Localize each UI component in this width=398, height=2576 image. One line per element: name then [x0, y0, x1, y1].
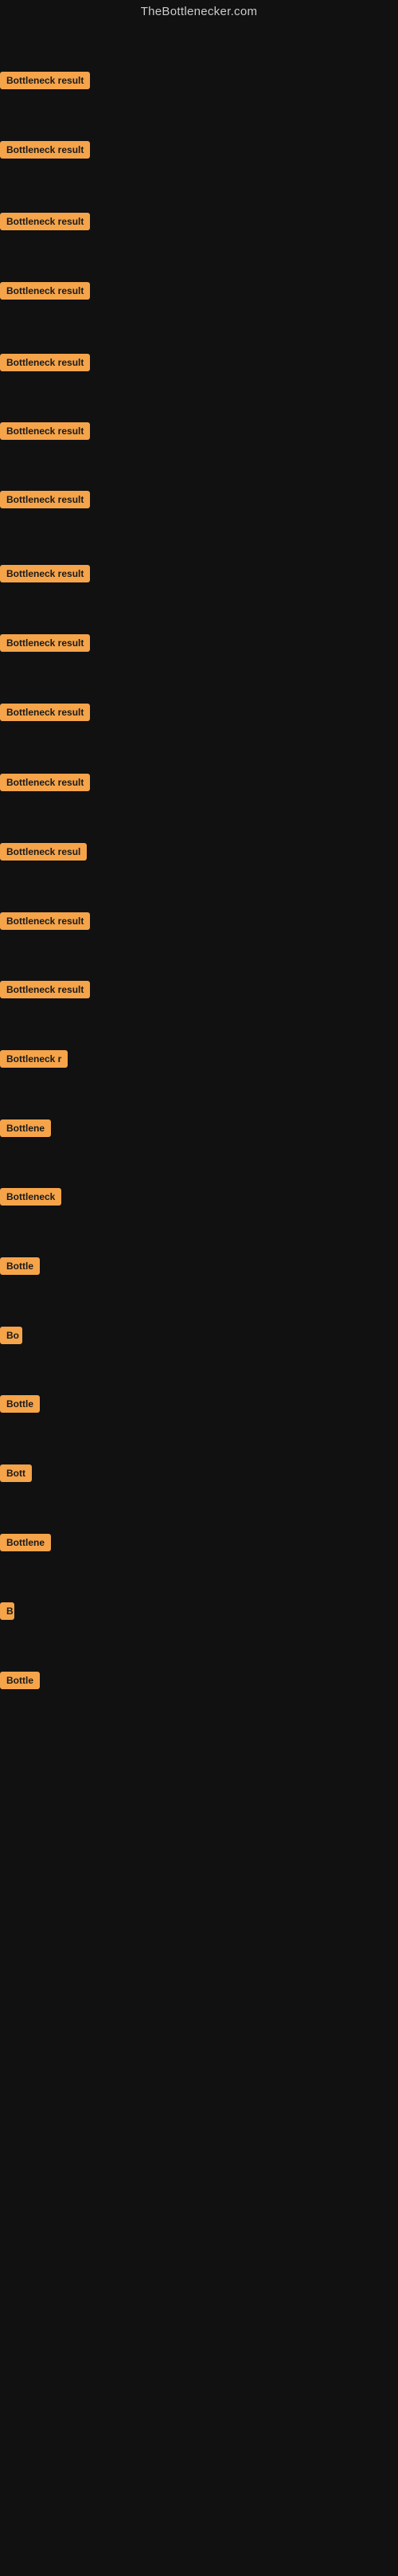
bottleneck-badge-row-5: Bottleneck result: [0, 354, 90, 375]
bottleneck-badge[interactable]: Bott: [0, 1464, 32, 1482]
bottleneck-badge[interactable]: Bottlene: [0, 1534, 51, 1551]
bottleneck-badge-row-15: Bottleneck r: [0, 1050, 68, 1072]
bottleneck-badge[interactable]: Bottle: [0, 1395, 40, 1413]
bottleneck-badge-row-16: Bottlene: [0, 1119, 51, 1141]
bottleneck-badge-row-13: Bottleneck result: [0, 912, 90, 934]
bottleneck-badge[interactable]: B: [0, 1602, 14, 1620]
bottleneck-badge-row-8: Bottleneck result: [0, 565, 90, 586]
bottleneck-badge-row-14: Bottleneck result: [0, 981, 90, 1002]
bottleneck-badge-row-9: Bottleneck result: [0, 634, 90, 656]
bottleneck-badge[interactable]: Bottleneck result: [0, 634, 90, 652]
bottleneck-badge-row-21: Bott: [0, 1464, 32, 1486]
bottleneck-badge[interactable]: Bottle: [0, 1672, 40, 1689]
bottleneck-badge-row-12: Bottleneck resul: [0, 843, 87, 865]
bottleneck-badge[interactable]: Bottleneck result: [0, 565, 90, 582]
bottleneck-badge[interactable]: Bottleneck result: [0, 981, 90, 998]
bottleneck-badge-row-4: Bottleneck result: [0, 282, 90, 304]
bottleneck-badge[interactable]: Bottle: [0, 1257, 40, 1275]
bottleneck-badge[interactable]: Bottleneck result: [0, 213, 90, 230]
bottleneck-badge-row-11: Bottleneck result: [0, 774, 90, 795]
bottleneck-badge-row-2: Bottleneck result: [0, 141, 90, 163]
bottleneck-badge-row-23: B: [0, 1602, 14, 1624]
bottleneck-badge-row-18: Bottle: [0, 1257, 40, 1279]
bottleneck-badge-row-22: Bottlene: [0, 1534, 51, 1555]
bottleneck-badge[interactable]: Bottleneck result: [0, 704, 90, 721]
bottleneck-badge[interactable]: Bottleneck result: [0, 912, 90, 930]
bottleneck-badge[interactable]: Bo: [0, 1327, 22, 1344]
bottleneck-badge-row-6: Bottleneck result: [0, 422, 90, 444]
bottleneck-badge[interactable]: Bottleneck result: [0, 491, 90, 508]
bottleneck-badge-row-20: Bottle: [0, 1395, 40, 1417]
bottleneck-badge-row-24: Bottle: [0, 1672, 40, 1693]
bottleneck-badge[interactable]: Bottleneck result: [0, 72, 90, 89]
bottleneck-badge-row-7: Bottleneck result: [0, 491, 90, 512]
bottleneck-badge[interactable]: Bottleneck result: [0, 354, 90, 371]
bottleneck-badge-row-10: Bottleneck result: [0, 704, 90, 725]
bottleneck-badge-row-17: Bottleneck: [0, 1188, 61, 1210]
bottleneck-badge-row-1: Bottleneck result: [0, 72, 90, 93]
bottleneck-badge-row-3: Bottleneck result: [0, 213, 90, 234]
bottleneck-badge[interactable]: Bottleneck result: [0, 282, 90, 300]
bottleneck-badge-row-19: Bo: [0, 1327, 22, 1348]
site-title: TheBottlenecker.com: [0, 0, 398, 26]
bottleneck-badge[interactable]: Bottleneck result: [0, 422, 90, 440]
bottleneck-badge[interactable]: Bottleneck result: [0, 141, 90, 159]
bottleneck-badge[interactable]: Bottlene: [0, 1119, 51, 1137]
bottleneck-badge[interactable]: Bottleneck: [0, 1188, 61, 1206]
bottleneck-badge[interactable]: Bottleneck r: [0, 1050, 68, 1068]
bottleneck-badge[interactable]: Bottleneck resul: [0, 843, 87, 861]
bottleneck-badge[interactable]: Bottleneck result: [0, 774, 90, 791]
